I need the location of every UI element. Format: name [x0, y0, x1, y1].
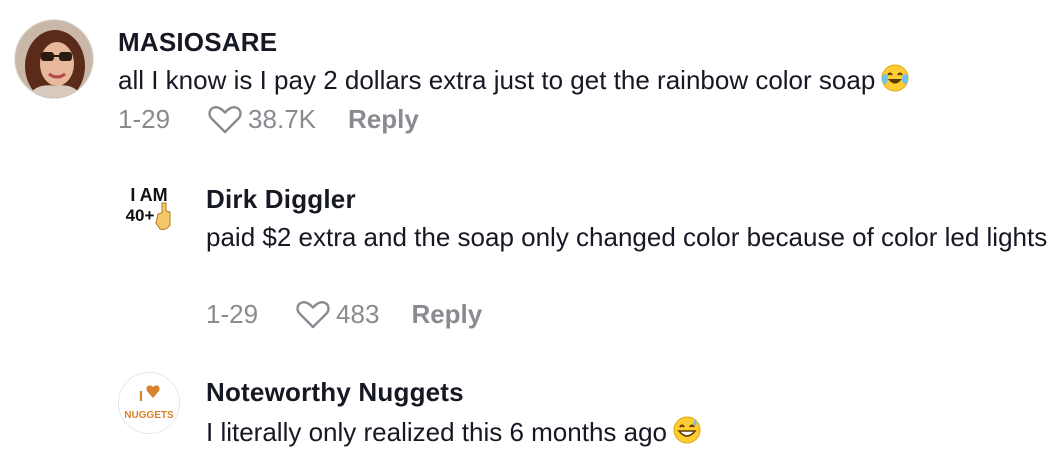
avatar-text-top: I AM [130, 185, 167, 205]
avatar-text-top: I [139, 388, 143, 405]
comment-text-content: I literally only realized this 6 months … [206, 417, 668, 447]
avatar[interactable] [14, 19, 94, 99]
reply-button[interactable]: Reply [411, 299, 482, 330]
avatar[interactable]: I NUGGETS [118, 372, 180, 434]
comment-text: I literally only realized this 6 months … [206, 414, 1051, 454]
reply-button[interactable]: Reply [348, 104, 419, 135]
comment-text: paid $2 extra and the soap only changed … [206, 222, 1048, 252]
avatar[interactable]: I AM 40+ [118, 181, 180, 243]
username[interactable]: Noteworthy Nuggets [206, 377, 464, 408]
comment-item: I NUGGETS Noteworthy Nuggets I literally… [0, 360, 1056, 454]
avatar-text-bottom: NUGGETS [124, 410, 174, 421]
like-count: 38.7K [248, 104, 316, 134]
username[interactable]: Dirk Diggler [206, 184, 356, 215]
laughing-tears-emoji-icon [881, 64, 909, 102]
comment-item: MASIOSARE all I know is I pay 2 dollars … [0, 0, 1056, 150]
heart-icon [296, 300, 330, 328]
user-photo-icon [15, 20, 93, 98]
noteworthy-nuggets-logo-icon: I NUGGETS [119, 373, 179, 433]
avatar-text-bottom: 40+ [126, 206, 155, 225]
grinning-sweat-emoji-icon [673, 416, 701, 454]
comment-meta: 1-29 38.7K Reply [118, 104, 419, 135]
comment-item: I AM 40+ Dirk Diggler paid $2 extra and … [0, 160, 1056, 350]
comment-date: 1-29 [118, 104, 171, 134]
like-button[interactable]: 38.7K [208, 104, 348, 135]
heart-icon [208, 105, 242, 133]
comment-meta: 1-29 483 Reply [206, 299, 482, 330]
like-button[interactable]: 483 [296, 299, 411, 330]
comment-text: all I know is I pay 2 dollars extra just… [118, 62, 1048, 102]
username[interactable]: MASIOSARE [118, 27, 277, 58]
i-am-40-avatar-icon: I AM 40+ [118, 181, 180, 243]
like-count: 483 [336, 299, 380, 329]
comment-text-content: all I know is I pay 2 dollars extra just… [118, 65, 876, 95]
comment-date: 1-29 [206, 299, 259, 329]
